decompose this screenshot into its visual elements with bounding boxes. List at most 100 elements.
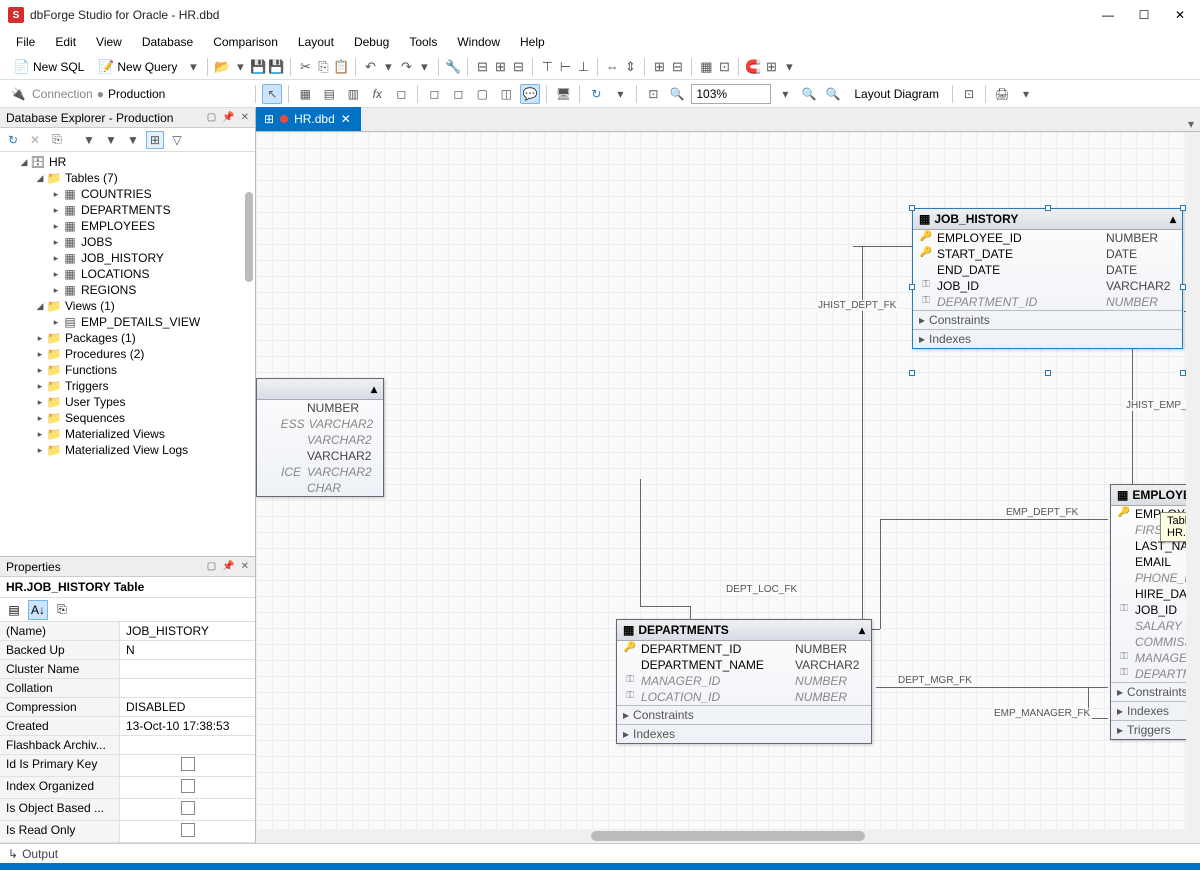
- save-icon[interactable]: 💾: [250, 59, 266, 75]
- panel-close-icon[interactable]: ✕: [241, 561, 249, 572]
- filter2-icon[interactable]: ▼: [102, 131, 120, 149]
- ungroup-icon[interactable]: ⊟: [669, 59, 685, 75]
- property-value[interactable]: [120, 736, 255, 754]
- snap-icon[interactable]: ⊡: [716, 59, 732, 75]
- menu-debug[interactable]: Debug: [346, 33, 397, 51]
- property-row[interactable]: Cluster Name: [0, 660, 255, 679]
- sort-az-icon[interactable]: A↓: [28, 600, 48, 620]
- checkbox[interactable]: [181, 801, 195, 815]
- column-row[interactable]: 🔑START_DATEDATE: [913, 246, 1182, 262]
- align-top-icon[interactable]: ⊤: [539, 59, 555, 75]
- database-tree[interactable]: ◢🗄HR ◢📁Tables (7) ▸▦COUNTRIES ▸▦DEPARTME…: [0, 152, 255, 556]
- save-all-icon[interactable]: 💾: [268, 59, 284, 75]
- panel-pin-icon[interactable]: ▢: [207, 112, 216, 123]
- relation-tool-icon[interactable]: ▥: [343, 84, 363, 104]
- panel-pin-icon[interactable]: ▢: [207, 561, 216, 572]
- tree-table-item[interactable]: ▸▦COUNTRIES: [0, 186, 255, 202]
- toolbox-icon[interactable]: 🔧: [445, 59, 461, 75]
- menu-file[interactable]: File: [8, 33, 43, 51]
- shape1-icon[interactable]: ◻: [424, 84, 444, 104]
- property-value[interactable]: 13-Oct-10 17:38:53: [120, 717, 255, 735]
- column-row[interactable]: DEPARTMENT_NAMEVARCHAR2: [617, 657, 871, 673]
- grid-icon[interactable]: ▦: [698, 59, 714, 75]
- property-row[interactable]: Id Is Primary Key: [0, 755, 255, 777]
- property-value[interactable]: [120, 821, 255, 842]
- scrollbar-thumb[interactable]: [245, 192, 253, 282]
- connection-value[interactable]: Production: [108, 87, 165, 101]
- property-row[interactable]: Collation: [0, 679, 255, 698]
- panel-pin-icon[interactable]: 📌: [222, 561, 234, 572]
- panel-close-icon[interactable]: ✕: [241, 112, 249, 123]
- container-tool-icon[interactable]: ◻: [391, 84, 411, 104]
- table-section[interactable]: ▸Constraints: [617, 705, 871, 724]
- note-tool-icon[interactable]: 💬: [520, 84, 540, 104]
- property-value[interactable]: [120, 660, 255, 678]
- image-tool-icon[interactable]: ◫: [496, 84, 516, 104]
- tree-folder-item[interactable]: ▸📁Procedures (2): [0, 346, 255, 362]
- relation-line[interactable]: [880, 519, 1108, 520]
- tab-close-icon[interactable]: ✕: [341, 112, 351, 126]
- table-tool-icon[interactable]: ▦: [295, 84, 315, 104]
- tree-table-item[interactable]: ▸▦JOBS: [0, 234, 255, 250]
- shape3-icon[interactable]: ▢: [472, 84, 492, 104]
- horizontal-scrollbar[interactable]: [256, 829, 1200, 843]
- column-row[interactable]: 🔑DEPARTMENT_IDNUMBER: [617, 641, 871, 657]
- copy-icon[interactable]: ⎘: [48, 131, 66, 149]
- close-button[interactable]: ✕: [1168, 8, 1192, 22]
- zoom-in-icon[interactable]: 🔍: [799, 84, 819, 104]
- monitor-icon[interactable]: 🖥: [553, 84, 573, 104]
- property-row[interactable]: Flashback Archiv...: [0, 736, 255, 755]
- align-middle-icon[interactable]: ⊢: [557, 59, 573, 75]
- erd-table-job-history[interactable]: ▦JOB_HISTORY▴🔑EMPLOYEE_IDNUMBER🔑START_DA…: [912, 208, 1183, 349]
- property-value[interactable]: N: [120, 641, 255, 659]
- align-right-icon[interactable]: ⊟: [510, 59, 526, 75]
- menu-layout[interactable]: Layout: [290, 33, 342, 51]
- table-section[interactable]: ▸Constraints: [913, 310, 1182, 329]
- menu-window[interactable]: Window: [449, 33, 508, 51]
- checkbox[interactable]: [181, 779, 195, 793]
- align-left-icon[interactable]: ⊟: [474, 59, 490, 75]
- tree-table-item[interactable]: ▸▦LOCATIONS: [0, 266, 255, 282]
- erd-table-partial[interactable]: ▴NUMBERESSVARCHAR2VARCHAR2VARCHAR2ICEVAR…: [256, 378, 384, 497]
- refresh-icon[interactable]: ↻: [4, 131, 22, 149]
- export-icon[interactable]: ⊡: [959, 84, 979, 104]
- table-section[interactable]: ▸Indexes: [617, 724, 871, 743]
- cut-icon[interactable]: ✂: [297, 59, 313, 75]
- print-icon[interactable]: 🖨: [992, 84, 1012, 104]
- property-value[interactable]: [120, 799, 255, 820]
- table-section[interactable]: ▸Indexes: [913, 329, 1182, 348]
- fit-icon[interactable]: ⊡: [643, 84, 663, 104]
- tree-table-item[interactable]: ▸▦DEPARTMENTS: [0, 202, 255, 218]
- relation-line[interactable]: [876, 687, 1108, 688]
- property-value[interactable]: JOB_HISTORY: [120, 622, 255, 640]
- column-row[interactable]: ⚿MANAGER_IDNUMBER: [617, 673, 871, 689]
- zoom-out-icon[interactable]: 🔍: [823, 84, 843, 104]
- categorize-icon[interactable]: ▤: [4, 600, 24, 620]
- property-value[interactable]: [120, 755, 255, 776]
- checkbox[interactable]: [181, 823, 195, 837]
- dropdown-icon[interactable]: ▾: [610, 84, 630, 104]
- menu-tools[interactable]: Tools: [401, 33, 445, 51]
- vertical-scrollbar[interactable]: [1186, 132, 1200, 829]
- arrange-icon[interactable]: ⊞: [763, 59, 779, 75]
- maximize-button[interactable]: ☐: [1132, 8, 1156, 22]
- group-icon[interactable]: ⊞: [651, 59, 667, 75]
- plug-icon[interactable]: 🔌: [8, 84, 28, 104]
- property-row[interactable]: Is Object Based ...: [0, 799, 255, 821]
- menu-view[interactable]: View: [88, 33, 130, 51]
- dropdown-icon[interactable]: ▾: [380, 59, 396, 75]
- output-bar[interactable]: ↳ Output: [0, 843, 1200, 863]
- minimize-button[interactable]: —: [1096, 8, 1120, 22]
- fx-tool-icon[interactable]: fx: [367, 84, 387, 104]
- dropdown-icon[interactable]: ▾: [775, 84, 795, 104]
- filter3-icon[interactable]: ▼: [124, 131, 142, 149]
- paste-icon[interactable]: 📋: [333, 59, 349, 75]
- align-center-h-icon[interactable]: ⊞: [492, 59, 508, 75]
- tree-folder-item[interactable]: ▸📁Functions: [0, 362, 255, 378]
- relation-line[interactable]: [640, 479, 641, 606]
- tree-folder-item[interactable]: ▸📁Materialized Views: [0, 426, 255, 442]
- shape2-icon[interactable]: ◻: [448, 84, 468, 104]
- relation-line[interactable]: [640, 606, 690, 607]
- filter1-icon[interactable]: ▼: [80, 131, 98, 149]
- collapse-icon[interactable]: ▴: [1170, 212, 1176, 226]
